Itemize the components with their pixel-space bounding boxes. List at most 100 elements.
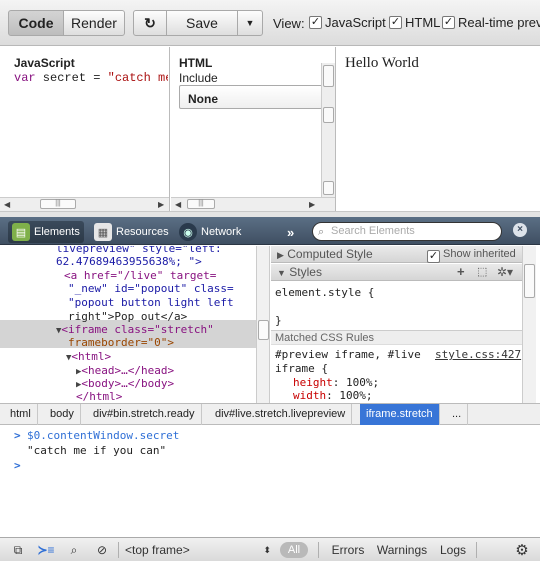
html-vertical-scrollbar[interactable] — [321, 63, 335, 197]
scroll-left-icon: ◀ — [4, 200, 11, 209]
css-property[interactable]: height: 100%; — [293, 376, 379, 389]
more-tabs-button[interactable]: » — [287, 225, 294, 240]
html-pane[interactable]: HTML Include None ◀ ||| ▶ — [171, 47, 336, 211]
scroll-thumb[interactable]: ||| — [187, 199, 215, 209]
dom-scrollbar[interactable] — [256, 246, 270, 403]
css-property-value: 100%; — [346, 376, 380, 389]
filter-logs-button[interactable]: Logs — [438, 542, 468, 558]
save-menu-button[interactable]: ▼ — [237, 10, 263, 36]
dom-line-text: "popout button light left — [68, 296, 234, 309]
checkbox-checked-icon: ✓ — [442, 16, 455, 29]
dom-line-text: <html> — [71, 350, 112, 363]
undo-icon: ↻ — [144, 14, 156, 31]
filter-errors-button[interactable]: Errors — [328, 542, 368, 558]
dom-line[interactable]: "_new" id="popout" class= — [68, 282, 234, 296]
scroll-thumb[interactable] — [258, 320, 269, 340]
tab-elements[interactable]: ▤ Elements — [8, 221, 84, 243]
css-property-name: height — [293, 376, 333, 389]
dom-line-text: frameborder="0"> — [68, 336, 174, 349]
html-include-select[interactable]: None — [179, 85, 324, 109]
javascript-code-line[interactable]: var secret = "catch me i — [14, 71, 168, 85]
collapsed-triangle-icon: ▶ — [277, 250, 284, 260]
render-button[interactable]: Render — [63, 10, 125, 36]
dom-line-text: "_new" id="popout" class= — [68, 282, 234, 295]
matched-css-rules-header: Matched CSS Rules — [271, 330, 526, 345]
show-inherited-checkbox[interactable]: ✓ Show inherited — [427, 246, 516, 263]
dom-tree[interactable]: livepreview" style="left: 62.47689463955… — [0, 246, 256, 403]
dom-line-text: <a href="/live" target= — [64, 269, 217, 282]
filter-warnings-button[interactable]: Warnings — [376, 542, 428, 558]
search-placeholder: Search Elements — [331, 225, 415, 237]
view-html-label: HTML — [405, 15, 441, 30]
dom-line[interactable]: 62.47689463955638%; "> — [56, 255, 202, 269]
search-elements-input[interactable]: ⌕ Search Elements — [312, 222, 502, 241]
rule-source-link[interactable]: style.css:427 — [435, 348, 521, 361]
html-horizontal-scrollbar[interactable]: ◀ ||| ▶ — [171, 197, 335, 211]
html-pane-title: HTML — [179, 56, 213, 70]
tab-resources[interactable]: ▦ Resources — [90, 221, 173, 243]
dom-line[interactable]: frameborder="0"> — [68, 336, 174, 350]
code-button[interactable]: Code — [8, 10, 64, 36]
breadcrumb-item[interactable]: html — [4, 404, 38, 425]
rule-selector[interactable]: #preview iframe, #live — [275, 348, 421, 361]
tab-network[interactable]: ◉ Network — [175, 221, 245, 243]
close-devtools-button[interactable]: × — [513, 223, 527, 237]
dom-line[interactable]: "popout button light left — [68, 296, 234, 310]
settings-gear-icon[interactable]: ⚙ — [512, 542, 532, 559]
view-realtime-checkbox[interactable]: ✓ Real-time prev — [442, 15, 540, 30]
breadcrumb-more[interactable]: ... — [446, 404, 469, 425]
html-include-label: Include — [179, 71, 218, 85]
dom-line[interactable]: right">Pop out</a> — [68, 310, 187, 324]
undo-button[interactable]: ↻ — [133, 10, 167, 36]
css-property-value: 100%; — [339, 389, 373, 402]
console-prompt-icon: > — [14, 429, 21, 442]
checkbox-checked-icon: ✓ — [389, 16, 402, 29]
scroll-thumb[interactable]: ||| — [40, 199, 76, 209]
dom-node-anchor[interactable]: <a href="/live" target= — [64, 269, 216, 283]
styles-label: Styles — [289, 265, 322, 279]
console-active-prompt[interactable]: > — [14, 459, 21, 472]
view-javascript-label: JavaScript — [325, 15, 386, 30]
rule-selector-cont: iframe { — [275, 362, 328, 375]
scroll-thumb-lower[interactable] — [323, 107, 334, 123]
frame-select[interactable]: <top frame> ⬍ — [125, 542, 271, 558]
dock-icon[interactable]: ⧉ — [8, 542, 28, 558]
inspect-search-icon[interactable]: ⌕ — [64, 542, 84, 558]
scroll-thumb[interactable] — [524, 264, 535, 298]
search-icon: ⌕ — [318, 226, 325, 238]
styles-header[interactable]: ▼ Styles + ⬚ ✲▾ — [271, 264, 526, 281]
scroll-down-button[interactable] — [323, 181, 334, 195]
dom-node-html-close[interactable]: </html> — [76, 390, 122, 403]
computed-style-header[interactable]: ▶ Computed Style ✓ Show inherited — [271, 246, 526, 263]
gear-icon[interactable]: ✲▾ — [497, 264, 513, 280]
element-state-icon[interactable]: ⬚ — [477, 264, 487, 280]
element-style-close: } — [275, 314, 282, 327]
save-button[interactable]: Save — [166, 10, 238, 36]
console-toggle-icon[interactable]: ≻≡ — [36, 542, 56, 558]
tab-network-label: Network — [201, 226, 242, 238]
view-html-checkbox[interactable]: ✓ HTML — [389, 15, 440, 30]
devtools-status-bar: ⧉ ≻≡ ⌕ ⊘ <top frame> ⬍ All Errors Warning… — [0, 537, 540, 561]
breadcrumb-item-selected[interactable]: iframe.stretch — [360, 404, 440, 425]
javascript-pane[interactable]: JavaScript var secret = "catch me i ◀ ||… — [0, 47, 170, 211]
show-inherited-label: Show inherited — [443, 248, 516, 260]
css-property[interactable]: width: 100%; — [293, 389, 373, 402]
view-realtime-label: Real-time prev — [458, 15, 540, 30]
scroll-thumb[interactable] — [323, 65, 334, 87]
javascript-pane-title: JavaScript — [14, 56, 75, 70]
breadcrumb-item[interactable]: div#live.stretch.livepreview — [209, 404, 353, 425]
live-preview-pane[interactable]: Hello World — [337, 47, 540, 211]
filter-all-button[interactable]: All — [280, 542, 308, 558]
view-javascript-checkbox[interactable]: ✓ JavaScript — [309, 15, 386, 30]
clear-console-icon[interactable]: ⊘ — [92, 542, 112, 558]
javascript-horizontal-scrollbar[interactable]: ◀ ||| ▶ — [0, 197, 169, 211]
breadcrumb-item[interactable]: div#bin.stretch.ready — [87, 404, 202, 425]
dom-line-text: <head>…</head> — [81, 364, 175, 377]
element-style-rule[interactable]: element.style { — [275, 286, 374, 299]
console[interactable]: > $0.contentWindow.secret "catch me if y… — [0, 425, 540, 535]
view-label: View: — [273, 16, 305, 31]
breadcrumb-item[interactable]: body — [44, 404, 81, 425]
add-rule-icon[interactable]: + — [457, 264, 465, 280]
styles-scrollbar[interactable] — [522, 246, 536, 403]
styles-sidebar: ▶ Computed Style ✓ Show inherited ▼ Style… — [271, 246, 540, 403]
